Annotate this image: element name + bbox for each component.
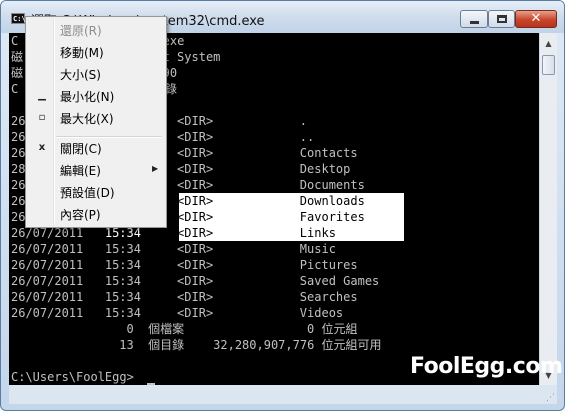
listing-name: Contacts: [299, 146, 358, 160]
listing-name: ..: [299, 130, 315, 144]
cmd-window: C:\ 選取 C:\Windows\system32\cmd.exe ✕ C32…: [0, 0, 565, 411]
listing-type: <DIR>: [177, 258, 214, 272]
submenu-arrow-icon: ▶: [152, 164, 159, 173]
listing-name: Music: [299, 242, 336, 256]
scrollbar-thumb[interactable]: [542, 55, 555, 75]
minimize-icon: [469, 20, 479, 24]
close-button[interactable]: ✕: [515, 10, 557, 28]
listing-type: <DIR>: [177, 162, 214, 176]
menu-item-label: 移動(M): [60, 46, 104, 60]
listing-date: 26/07/2011: [11, 242, 84, 256]
listing-time: 15:34: [104, 274, 141, 288]
resize-grip-icon[interactable]: ⋰: [546, 393, 556, 403]
listing-type: <DIR>: [177, 130, 214, 144]
listing-type: <DIR>: [177, 146, 214, 160]
listing-date: 26/07/2011: [11, 274, 84, 288]
maximize-icon: [496, 15, 507, 23]
menu-item[interactable]: 編輯(E) ▶: [28, 159, 164, 181]
menu-item[interactable]: 預設值(D): [28, 181, 164, 203]
listing-type: <DIR>: [177, 306, 214, 320]
close-icon: ✕: [530, 11, 542, 26]
listing-name: Searches: [299, 290, 358, 304]
listing-type: <DIR>: [177, 210, 214, 224]
console-header-text: 磁: [11, 50, 24, 64]
menu-item[interactable]: 內容(P): [28, 203, 164, 225]
listing-type: <DIR>: [177, 274, 214, 288]
minimize-icon: ▁: [38, 90, 46, 101]
listing-name: Desktop: [299, 162, 351, 176]
menu-item-label: 編輯(E): [60, 164, 101, 178]
menu-item-label: 關閉(C): [60, 142, 102, 156]
menu-item-label: 最小化(N): [60, 90, 115, 104]
listing-time: 15:34: [104, 258, 141, 272]
listing-name: Saved Games: [299, 274, 380, 288]
listing-name: Documents: [299, 178, 365, 192]
listing-type: <DIR>: [177, 226, 214, 240]
listing-date: 26/07/2011: [11, 258, 84, 272]
listing-time: 15:34: [104, 306, 141, 320]
window-bottom-border: [9, 385, 557, 404]
listing-type: <DIR>: [177, 242, 214, 256]
summary-size: 32,280,907,776: [213, 338, 315, 352]
listing-name: .: [299, 114, 308, 128]
summary-unit: 個目錄: [148, 338, 185, 352]
summary-unit: 個檔案: [148, 322, 185, 336]
listing-type: <DIR>: [177, 194, 214, 208]
menu-separator: [56, 136, 162, 138]
menu-item-label: 內容(P): [60, 208, 101, 222]
menu-item[interactable]: 大小(S): [28, 63, 164, 85]
summary-label: 位元組可用: [321, 338, 382, 352]
console-header-text: 磁: [11, 66, 24, 80]
prompt-text: C:\Users\FoolEgg>: [11, 370, 134, 384]
summary-count: 0: [126, 322, 134, 336]
close-icon: x: [38, 142, 46, 153]
menu-item[interactable]: 移動(M): [28, 41, 164, 63]
vertical-scrollbar[interactable]: ▲ ▼: [539, 33, 557, 385]
listing-name: Videos: [299, 306, 344, 320]
minimize-button[interactable]: [460, 10, 488, 28]
menu-item[interactable]: x 關閉(C): [28, 137, 164, 159]
listing-date: 26/07/2011: [11, 290, 84, 304]
watermark: FoolEgg.com: [410, 354, 563, 379]
menu-item[interactable]: ▁ 最小化(N): [28, 85, 164, 107]
scroll-up-arrow-icon[interactable]: ▲: [541, 35, 556, 51]
maximize-button[interactable]: [488, 10, 515, 28]
listing-name: Favorites: [299, 210, 365, 224]
listing-name: Links: [299, 226, 336, 240]
menu-item-label: 還原(R): [60, 24, 102, 38]
console-header-text: C: [11, 82, 19, 96]
system-menu: 還原(R) 移動(M) 大小(S) ▁ 最小化(N) ▫ 最大化(X) x 關閉(C) 編輯(E)…: [25, 16, 167, 228]
listing-type: <DIR>: [177, 178, 214, 192]
summary-count: 13: [119, 338, 134, 352]
console-header-text: t System: [162, 50, 221, 64]
menu-item-label: 預設值(D): [60, 186, 115, 200]
listing-date: 26/07/2011: [11, 306, 84, 320]
listing-type: <DIR>: [177, 290, 214, 304]
maximize-icon: ▫: [38, 112, 46, 123]
cmd-app-icon[interactable]: C:\: [11, 13, 26, 24]
summary-label: 位元組: [321, 322, 358, 336]
menu-item-label: 大小(S): [60, 68, 101, 82]
listing-time: 15:34: [104, 290, 141, 304]
menu-item[interactable]: ▫ 最大化(X): [28, 107, 164, 129]
listing-name: Pictures: [299, 258, 358, 272]
menu-item-label: 最大化(X): [60, 112, 114, 126]
listing-name: Downloads: [299, 194, 365, 208]
console-header-text: C: [11, 34, 19, 48]
listing-type: <DIR>: [177, 114, 214, 128]
menu-item[interactable]: 還原(R): [28, 19, 164, 41]
listing-time: 15:34: [104, 242, 141, 256]
summary-size: 0: [307, 322, 315, 336]
